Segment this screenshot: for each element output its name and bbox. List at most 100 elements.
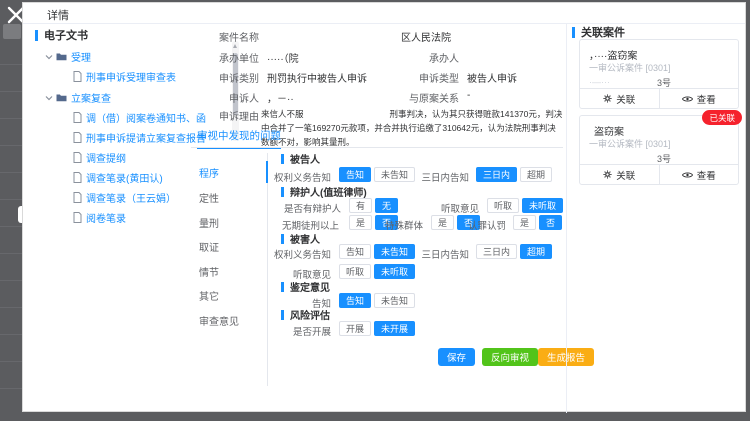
row-label: 权利义务告知 bbox=[251, 247, 331, 261]
case-title: ，····盗窃案 bbox=[589, 47, 637, 62]
toggle-option[interactable]: 未听取 bbox=[522, 198, 563, 213]
view-case-button[interactable]: 查看 bbox=[660, 89, 739, 108]
tree-doc-label[interactable]: 调查笔录（王云娟） bbox=[86, 190, 176, 205]
modal-title: 详情 bbox=[47, 7, 69, 23]
row-label: 特殊群体 bbox=[353, 218, 423, 232]
divider bbox=[191, 147, 563, 148]
toggle-group: 听取 未听取 bbox=[487, 198, 563, 213]
case-redacted-text: ·—··· bbox=[589, 77, 610, 87]
chevron-down-icon[interactable] bbox=[45, 94, 53, 102]
field-label-case-name: 案件名称 bbox=[183, 29, 259, 44]
toggle-option[interactable]: 告知 bbox=[339, 167, 371, 182]
divider bbox=[566, 24, 567, 413]
row-label: 三日内告知 bbox=[389, 170, 469, 184]
case-title: 盗窃案 bbox=[594, 123, 624, 138]
field-value-appellant: ，－·· bbox=[267, 90, 294, 105]
document-icon bbox=[73, 192, 82, 203]
section-defender: 辩护人(值班律师) bbox=[281, 184, 367, 199]
view-case-button[interactable]: 查看 bbox=[660, 165, 739, 184]
toggle-option[interactable]: 有 bbox=[349, 198, 372, 213]
save-button[interactable]: 保存 bbox=[438, 348, 475, 366]
toggle-group: 三日内 超期 bbox=[476, 244, 552, 259]
row-label: 权利义务告知 bbox=[251, 170, 331, 184]
toggle-group: 听取 未听取 bbox=[339, 264, 415, 279]
document-icon bbox=[73, 212, 82, 223]
row-label: 是否有辩护人 bbox=[251, 201, 341, 215]
toggle-option[interactable]: 超期 bbox=[520, 244, 552, 259]
toggle-option[interactable]: 告知 bbox=[339, 244, 371, 259]
tree-doc-label[interactable]: 调查提纲 bbox=[86, 150, 126, 165]
row-label: 三日内告知 bbox=[389, 247, 469, 261]
section-defendant: 被告人 bbox=[281, 151, 320, 166]
section-risk: 风险评估 bbox=[281, 307, 330, 322]
tree-doc[interactable]: 调查提纲 bbox=[73, 150, 227, 165]
toggle-option[interactable]: 无 bbox=[375, 198, 398, 213]
field-label-undertaker: 承办人 bbox=[379, 50, 459, 65]
toggle-option[interactable]: 是 bbox=[513, 215, 536, 230]
field-label-relation: 与原案关系 bbox=[379, 90, 459, 105]
toggle-option[interactable]: 未听取 bbox=[374, 264, 415, 279]
toggle-option[interactable]: 开展 bbox=[339, 321, 371, 336]
link-case-label[interactable]: 关联 bbox=[616, 168, 635, 182]
scroll-up-arrow-icon[interactable] bbox=[233, 44, 237, 48]
toggle-option[interactable]: 未开展 bbox=[374, 321, 415, 336]
toggle-option[interactable]: 三日内 bbox=[476, 244, 517, 259]
view-case-label[interactable]: 查看 bbox=[697, 168, 716, 182]
toggle-option[interactable]: 否 bbox=[539, 215, 562, 230]
tab-qualification[interactable]: 定性 bbox=[199, 190, 259, 205]
link-case-button[interactable]: 关联 bbox=[580, 89, 660, 108]
document-icon bbox=[73, 152, 82, 163]
field-label-appeal-type: 申诉类型 bbox=[379, 70, 459, 85]
related-case-card: 已关联 盗窃案 一审公诉案件 [0301] 3号 关联 查看 bbox=[579, 115, 739, 185]
toggle-option[interactable]: 告知 bbox=[339, 293, 371, 308]
row-label: 无期徒刑以上 bbox=[249, 218, 339, 232]
section-expert-opinion: 鉴定意见 bbox=[281, 279, 330, 294]
toggle-option[interactable]: 听取 bbox=[339, 264, 371, 279]
modal-header: 详情 bbox=[23, 3, 745, 24]
tab-circumstances[interactable]: 情节 bbox=[199, 264, 259, 279]
view-case-label[interactable]: 查看 bbox=[697, 92, 716, 106]
toggle-group: 三日内 超期 bbox=[476, 167, 552, 182]
field-value-relation: - bbox=[467, 90, 470, 101]
field-value-case-name: 区人民法院 bbox=[401, 29, 451, 44]
folder-icon bbox=[56, 93, 67, 102]
tree-doc-label[interactable]: 调查笔录(黄田认) bbox=[86, 170, 163, 185]
tree-folder-label[interactable]: 受理 bbox=[71, 49, 91, 64]
tab-procedure[interactable]: 程序 bbox=[199, 165, 259, 180]
card-footer: 关联 查看 bbox=[580, 88, 738, 108]
toggle-option[interactable]: 超期 bbox=[520, 167, 552, 182]
field-value-unit: ·····（院 bbox=[267, 50, 299, 65]
section-victim: 被害人 bbox=[281, 231, 320, 246]
card-footer: 关联 查看 bbox=[580, 164, 738, 184]
toggle-group: 开展 未开展 bbox=[339, 321, 415, 336]
tab-evidence[interactable]: 取证 bbox=[199, 239, 259, 254]
tab-other[interactable]: 其它 bbox=[199, 288, 259, 303]
reverse-review-button[interactable]: 反向审视 bbox=[482, 348, 538, 366]
document-icon bbox=[73, 172, 82, 183]
screen: 详情 电子文书 受理 刑事申诉受理审查表 立案复查 调（借）阅案卷通知书、函 bbox=[0, 0, 750, 421]
document-icon bbox=[73, 112, 82, 123]
tree-doc-label[interactable]: 阅卷笔录 bbox=[86, 210, 126, 225]
tree-doc-label[interactable]: 刑事申诉提请立案复查报告 bbox=[86, 130, 206, 145]
field-label-appeal-category: 申诉类别 bbox=[183, 70, 259, 85]
field-label-unit: 承办单位 bbox=[183, 50, 259, 65]
tree-doc-label[interactable]: 刑事申诉受理审查表 bbox=[86, 69, 176, 84]
toggle-option[interactable]: 三日内 bbox=[476, 167, 517, 182]
link-case-button[interactable]: 关联 bbox=[580, 165, 660, 184]
eye-icon bbox=[682, 171, 693, 179]
toggle-option[interactable]: 听取 bbox=[487, 198, 519, 213]
toggle-option[interactable]: 未告知 bbox=[374, 293, 415, 308]
related-case-card: ，····盗窃案 一审公诉案件 [0301] ·—··· 3号 关联 查看 bbox=[579, 39, 739, 109]
row-label: 是否开展 bbox=[251, 324, 331, 338]
document-icon bbox=[73, 132, 82, 143]
toggle-group: 告知 未告知 bbox=[339, 293, 415, 308]
chevron-down-icon[interactable] bbox=[45, 53, 53, 61]
field-label-appellant: 申诉人 bbox=[183, 90, 259, 105]
gear-icon bbox=[603, 170, 612, 179]
review-section-header: 审视中发现的问题 bbox=[197, 128, 281, 149]
field-value-reason: 来信人不服刑事判决，认为其只获得赃款141370元，判决中合并了一笔169270… bbox=[261, 107, 563, 149]
tree-folder-label[interactable]: 立案复查 bbox=[71, 90, 111, 105]
tab-review-opinion[interactable]: 审查意见 bbox=[199, 313, 259, 328]
toggle-group: 是 否 bbox=[513, 215, 562, 230]
link-case-label[interactable]: 关联 bbox=[616, 92, 635, 106]
